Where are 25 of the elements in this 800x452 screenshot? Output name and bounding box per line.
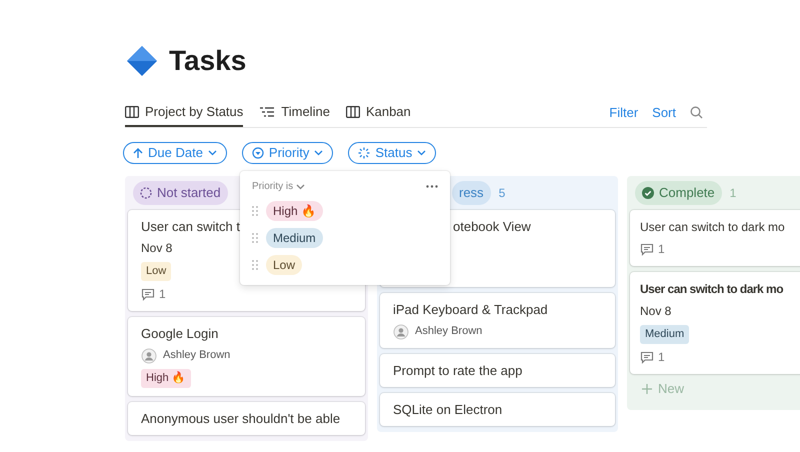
card-title: User can switch to dark mo [640,282,784,296]
card-title: SQLite on Electron [393,402,502,417]
status-pill: Complete [635,181,722,205]
status-pill: Not started [133,181,228,205]
card-title: otebook View [453,219,531,234]
card-title: User can switch t [141,219,240,234]
priority-tag: Medium [640,325,690,344]
page-title: Tasks [169,44,246,78]
assignee-name: Ashley Brown [415,324,482,339]
card-title: Google Login [141,326,218,341]
card-title: Anonymous user shouldn't be able [141,411,340,426]
due-date: Nov 8 [141,240,172,257]
column-count: 1 [730,185,736,202]
due-date: Nov 8 [640,303,672,320]
comment-count: 1 [658,349,665,366]
assignee-name: Ashley Brown [163,348,230,363]
priority-tag: Low [141,262,172,281]
comment-count: 1 [658,241,665,258]
status-pill: ress [452,181,491,205]
priority-tag: High 🔥 [141,369,191,388]
card-title: Prompt to rate the app [393,363,522,378]
card-title: User can switch to dark mo [640,220,785,234]
comment-count: 1 [159,286,166,303]
column-count: 5 [498,185,506,202]
card-title: iPad Keyboard & Trackpad [393,302,548,317]
